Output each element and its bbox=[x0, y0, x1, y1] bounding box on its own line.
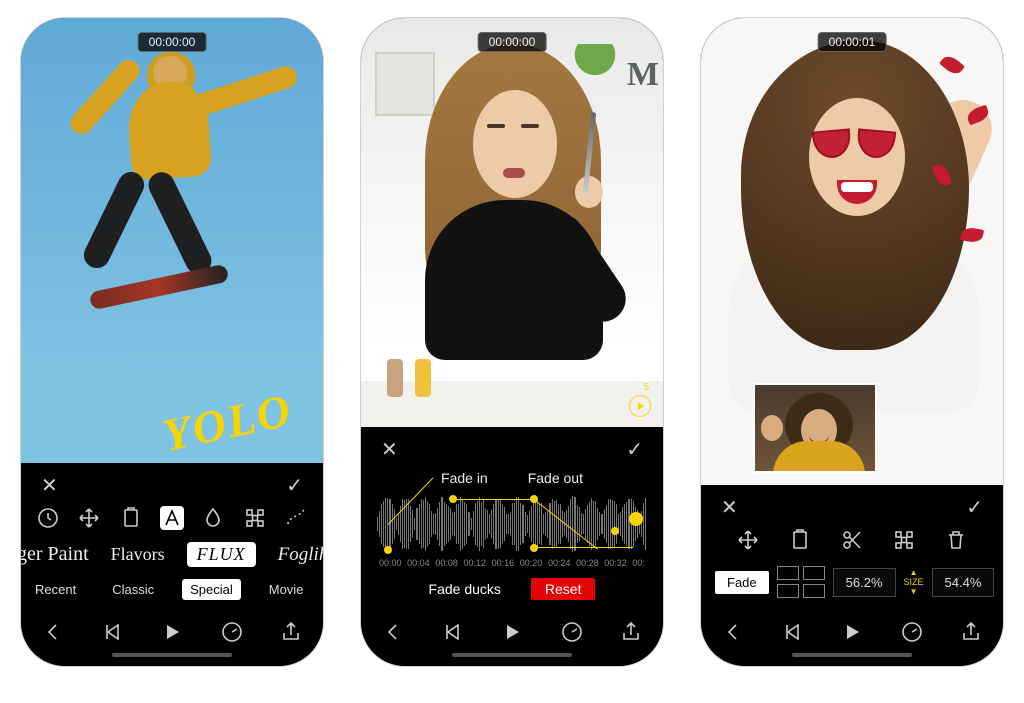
timecode: 00:32 bbox=[604, 558, 627, 568]
phone-pip-edit: 00:00:01 ✕ ✓ Fade bbox=[701, 18, 1003, 666]
timecode: 00:28 bbox=[576, 558, 599, 568]
timestamp: 00:00:01 bbox=[818, 32, 887, 52]
tab-classic[interactable]: Classic bbox=[104, 579, 162, 600]
share-icon[interactable] bbox=[619, 620, 643, 644]
value-right[interactable]: 54.4% bbox=[932, 568, 995, 597]
curve-icon[interactable] bbox=[284, 506, 308, 530]
pip-tool-row bbox=[701, 524, 1003, 556]
tab-recent[interactable]: Recent bbox=[27, 579, 84, 600]
timecode-row: 00:00 00:04 00:08 00:12 00:16 00:20 00:24 00:28… bbox=[361, 554, 663, 570]
replay-count: 5 bbox=[643, 382, 649, 393]
skip-start-icon[interactable] bbox=[781, 620, 805, 644]
layout-grid-icon[interactable] bbox=[777, 566, 825, 598]
share-icon[interactable] bbox=[279, 620, 303, 644]
timestamp: 00:00:00 bbox=[138, 32, 207, 52]
illustration-skateboarder bbox=[69, 56, 269, 316]
pattern-icon[interactable] bbox=[892, 528, 916, 552]
font-option[interactable]: ger Paint bbox=[21, 543, 89, 566]
share-icon[interactable] bbox=[959, 620, 983, 644]
trash-icon[interactable] bbox=[944, 528, 968, 552]
font-icon[interactable] bbox=[160, 506, 184, 530]
skip-start-icon[interactable] bbox=[441, 620, 465, 644]
reset-button[interactable]: Reset bbox=[531, 578, 596, 600]
preview-video[interactable]: YOLO bbox=[21, 18, 323, 463]
back-icon[interactable] bbox=[41, 620, 65, 644]
timecode: 00:12 bbox=[463, 558, 486, 568]
duration-icon[interactable] bbox=[36, 506, 60, 530]
clipboard-icon[interactable] bbox=[119, 506, 143, 530]
timecode: 00:08 bbox=[435, 558, 458, 568]
value-left[interactable]: 56.2% bbox=[833, 568, 896, 597]
speed-icon[interactable] bbox=[220, 620, 244, 644]
timecode: 00:24 bbox=[548, 558, 571, 568]
overlay-text[interactable]: YOLO bbox=[158, 383, 297, 462]
fade-in-label[interactable]: Fade in bbox=[441, 470, 488, 486]
speed-icon[interactable] bbox=[560, 620, 584, 644]
fade-ducks-label[interactable]: Fade ducks bbox=[429, 581, 501, 597]
size-label[interactable]: SIZE bbox=[904, 569, 924, 596]
clipboard-icon[interactable] bbox=[788, 528, 812, 552]
fade-labels: Fade in Fade out bbox=[361, 466, 663, 490]
skip-start-icon[interactable] bbox=[101, 620, 125, 644]
preview-video[interactable] bbox=[701, 18, 1003, 485]
close-icon[interactable]: ✕ bbox=[381, 437, 398, 462]
close-icon[interactable]: ✕ bbox=[721, 495, 738, 520]
fade-chip[interactable]: Fade bbox=[715, 571, 769, 594]
preview-video[interactable]: M 5 bbox=[361, 18, 663, 427]
tab-movie[interactable]: Movie bbox=[261, 579, 312, 600]
timecode: 00:00 bbox=[379, 558, 402, 568]
font-option-active[interactable]: FLUX bbox=[187, 542, 256, 567]
replay-icon[interactable] bbox=[629, 395, 651, 417]
confirm-icon[interactable]: ✓ bbox=[966, 495, 983, 520]
play-icon[interactable] bbox=[160, 620, 184, 644]
scissors-icon[interactable] bbox=[840, 528, 864, 552]
illustration-vlogger bbox=[361, 18, 663, 427]
confirm-icon[interactable]: ✓ bbox=[626, 437, 643, 462]
text-tool-row bbox=[21, 502, 323, 534]
back-icon[interactable] bbox=[381, 620, 405, 644]
move-icon[interactable] bbox=[77, 506, 101, 530]
playback-bar bbox=[701, 610, 1003, 666]
font-option[interactable]: Flavors bbox=[111, 544, 165, 565]
font-option[interactable]: Foglih bbox=[278, 544, 323, 566]
timecode: 00:20 bbox=[520, 558, 543, 568]
fade-out-label[interactable]: Fade out bbox=[528, 470, 583, 486]
back-icon[interactable] bbox=[721, 620, 745, 644]
speed-icon[interactable] bbox=[900, 620, 924, 644]
play-icon[interactable] bbox=[500, 620, 524, 644]
tab-special[interactable]: Special bbox=[182, 579, 241, 600]
phone-audio-fade: 00:00:00 M 5 ✕ ✓ Fade in Fade out bbox=[361, 18, 663, 666]
pip-overlay[interactable] bbox=[753, 383, 877, 473]
audio-waveform[interactable] bbox=[377, 494, 647, 554]
pattern-icon[interactable] bbox=[243, 506, 267, 530]
timestamp: 00:00:00 bbox=[478, 32, 547, 52]
phone-text-styles: 00:00:00 YOLO ✕ ✓ ger Paint Flavors bbox=[21, 18, 323, 666]
timecode: 00:16 bbox=[492, 558, 515, 568]
timecode: 00: bbox=[632, 558, 645, 568]
font-picker[interactable]: ger Paint Flavors FLUX Foglih bbox=[21, 534, 323, 573]
move-icon[interactable] bbox=[736, 528, 760, 552]
play-icon[interactable] bbox=[840, 620, 864, 644]
font-category-tabs: Recent Classic Special Movie Scr bbox=[21, 573, 323, 610]
playback-bar bbox=[21, 610, 323, 666]
playback-bar bbox=[361, 610, 663, 666]
timecode: 00:04 bbox=[407, 558, 430, 568]
close-icon[interactable]: ✕ bbox=[41, 473, 58, 498]
confirm-icon[interactable]: ✓ bbox=[286, 473, 303, 498]
opacity-icon[interactable] bbox=[201, 506, 225, 530]
